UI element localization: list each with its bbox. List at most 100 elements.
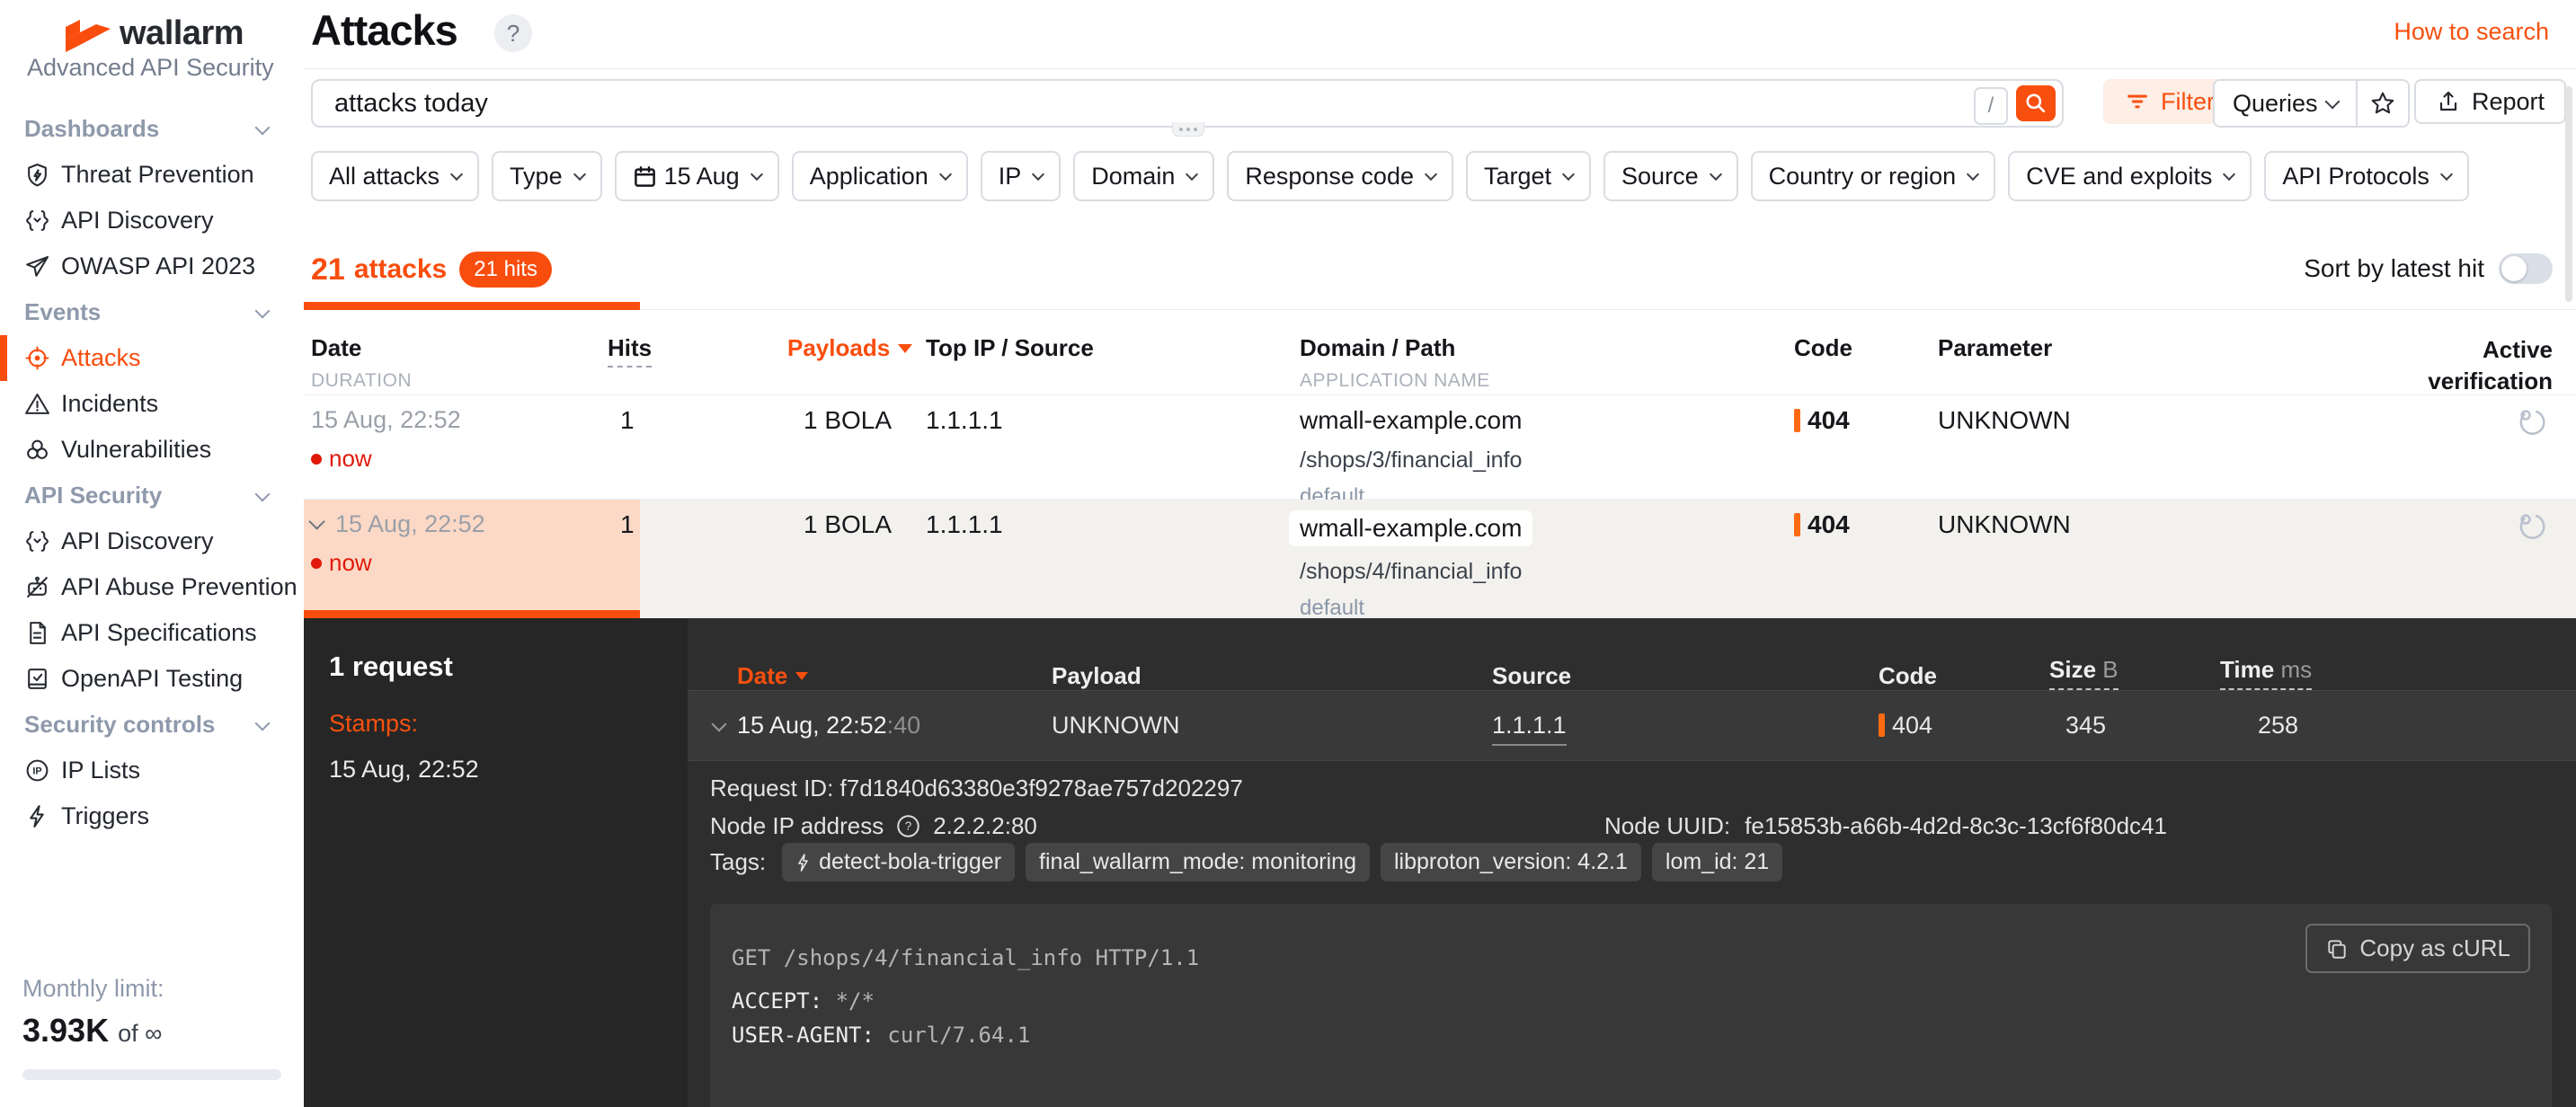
active-verification-cell[interactable] <box>2517 510 2576 543</box>
brand-name: wallarm <box>120 14 244 53</box>
expand-chevron-icon[interactable] <box>712 716 727 731</box>
node-uuid-label: Node UUID: <box>1604 812 1730 840</box>
req-col-payload[interactable]: Payload <box>1052 662 1492 690</box>
request-time: 258 <box>2220 712 2391 739</box>
sidebar-section-events[interactable]: Events <box>0 289 304 335</box>
request-row[interactable]: 15 Aug, 22:52:40 UNKNOWN 1.1.1.1 404 345… <box>688 690 2576 761</box>
attack-row-expanded[interactable]: 15 Aug, 22:52 now 1 1 BOLA 1.1.1.1 wmall… <box>304 500 2576 618</box>
chip-type[interactable]: Type <box>492 151 602 201</box>
chip-domain[interactable]: Domain <box>1073 151 1214 201</box>
chevron-down-icon <box>1710 168 1722 181</box>
attack-top-ip[interactable]: 1.1.1.1 <box>922 406 1300 435</box>
sidebar-item-owasp-api-2023[interactable]: OWASP API 2023 <box>0 244 304 289</box>
sidebar-item-api-specifications[interactable]: API Specifications <box>0 610 304 656</box>
attack-row[interactable]: 15 Aug, 22:52 now 1 1 BOLA 1.1.1.1 wmall… <box>304 395 2576 500</box>
chip-source[interactable]: Source <box>1603 151 1738 201</box>
chevron-down-icon <box>1032 168 1044 181</box>
node-ip-label: Node IP address <box>710 812 884 840</box>
tag-chip[interactable]: lom_id: 21 <box>1652 843 1782 881</box>
chevron-down-icon <box>939 168 952 181</box>
col-code[interactable]: Code <box>1794 334 1938 362</box>
chevron-down-icon <box>1425 168 1437 181</box>
attack-path: /shops/3/financial_info <box>1300 447 1794 474</box>
chip-ip[interactable]: IP <box>981 151 1061 201</box>
calendar-icon <box>633 164 657 189</box>
request-id-line: Request ID: f7d1840d63380e3f9278ae757d20… <box>710 775 1243 802</box>
section-label: Security controls <box>24 711 215 739</box>
col-top-ip[interactable]: Top IP / Source <box>926 334 1300 362</box>
sidebar-item-attacks[interactable]: Attacks <box>0 335 304 381</box>
req-col-size[interactable]: Size B <box>2049 656 2119 690</box>
svg-text:IP: IP <box>32 766 41 777</box>
star-icon <box>2369 90 2396 117</box>
results-summary: 21 attacks 21 hits <box>311 252 552 288</box>
question-circle-icon[interactable]: ? <box>896 814 920 838</box>
code-severity-bar <box>1879 713 1885 737</box>
sidebar-item-api-abuse-prevention[interactable]: API Abuse Prevention <box>0 564 304 610</box>
chip-cve[interactable]: CVE and exploits <box>2008 151 2252 201</box>
chip-all-attacks[interactable]: All attacks <box>311 151 479 201</box>
request-count: 1 request <box>329 651 688 683</box>
search-button[interactable] <box>2016 85 2056 121</box>
attack-duration: now <box>311 549 608 577</box>
attack-top-ip[interactable]: 1.1.1.1 <box>922 510 1300 539</box>
req-col-code[interactable]: Code <box>1879 662 2049 690</box>
sidebar-item-api-discovery[interactable]: API Discovery <box>0 198 304 244</box>
sort-toggle[interactable] <box>2499 253 2553 284</box>
chevron-down-icon <box>255 715 271 731</box>
sidebar-section-api-security[interactable]: API Security <box>0 473 304 518</box>
report-label: Report <box>2472 88 2545 116</box>
scrollbar-thumb[interactable] <box>2565 86 2572 302</box>
wallarm-console: wallarm Advanced API Security Dashboards… <box>0 0 2576 1107</box>
tag-chip[interactable]: final_wallarm_mode: monitoring <box>1026 843 1370 881</box>
active-verification-cell[interactable] <box>2517 406 2576 438</box>
req-col-time[interactable]: Time ms <box>2220 656 2312 690</box>
tag-chip[interactable]: detect-bola-trigger <box>782 843 1015 881</box>
item-label: API Abuse Prevention <box>61 573 298 601</box>
chip-api-protocols[interactable]: API Protocols <box>2264 151 2469 201</box>
queries-button[interactable]: Queries <box>2215 81 2356 126</box>
collapse-chevron-icon[interactable] <box>308 513 324 529</box>
chip-response-code[interactable]: Response code <box>1227 151 1453 201</box>
attack-payloads[interactable]: 1 BOLA <box>787 406 922 435</box>
sidebar-item-threat-prevention[interactable]: Threat Prevention <box>0 152 304 198</box>
tags-label: Tags: <box>710 848 766 876</box>
chip-target[interactable]: Target <box>1466 151 1591 201</box>
sidebar-section-security-controls[interactable]: Security controls <box>0 702 304 748</box>
chip-application[interactable]: Application <box>792 151 968 201</box>
request-source[interactable]: 1.1.1.1 <box>1492 712 1567 746</box>
sidebar-item-api-discovery-2[interactable]: API Discovery <box>0 518 304 564</box>
page-help-icon[interactable]: ? <box>494 14 532 52</box>
favorite-query-button[interactable] <box>2356 81 2408 126</box>
search-input[interactable] <box>333 83 1954 124</box>
how-to-search-link[interactable]: How to search <box>2394 18 2549 46</box>
col-domain[interactable]: Domain / Path <box>1300 334 1794 362</box>
attack-domain[interactable]: wmall-example.com <box>1289 510 1532 546</box>
attack-domain[interactable]: wmall-example.com <box>1300 406 1794 435</box>
chip-country[interactable]: Country or region <box>1751 151 1996 201</box>
section-label: Dashboards <box>24 115 159 143</box>
attack-parameter: UNKNOWN <box>1938 510 2360 539</box>
search-resize-handle[interactable] <box>1172 122 1204 137</box>
sidebar-item-ip-lists[interactable]: IP IP Lists <box>0 748 304 793</box>
col-parameter[interactable]: Parameter <box>1938 334 2360 362</box>
col-hits[interactable]: Hits <box>608 334 652 368</box>
copy-as-curl-button[interactable]: Copy as cURL <box>2305 924 2530 973</box>
chip-date[interactable]: 15 Aug <box>615 151 779 201</box>
req-col-date[interactable]: Date <box>737 662 1052 690</box>
tag-chip[interactable]: libproton_version: 4.2.1 <box>1381 843 1641 881</box>
col-date[interactable]: Date <box>311 334 608 362</box>
item-label: OWASP API 2023 <box>61 252 255 280</box>
shield-bolt-icon <box>24 162 50 188</box>
col-payloads[interactable]: Payloads <box>787 334 922 362</box>
hits-badge: 21 hits <box>459 252 552 288</box>
report-button[interactable]: Report <box>2414 79 2566 124</box>
attack-payloads[interactable]: 1 BOLA <box>787 510 922 539</box>
sidebar-section-dashboards[interactable]: Dashboards <box>0 106 304 152</box>
chevron-down-icon <box>2440 168 2453 181</box>
sidebar-item-triggers[interactable]: Triggers <box>0 793 304 839</box>
sidebar-item-incidents[interactable]: Incidents <box>0 381 304 427</box>
sidebar-item-openapi-testing[interactable]: OpenAPI Testing <box>0 656 304 702</box>
req-col-source[interactable]: Source <box>1492 662 1879 690</box>
sidebar-item-vulnerabilities[interactable]: Vulnerabilities <box>0 427 304 473</box>
